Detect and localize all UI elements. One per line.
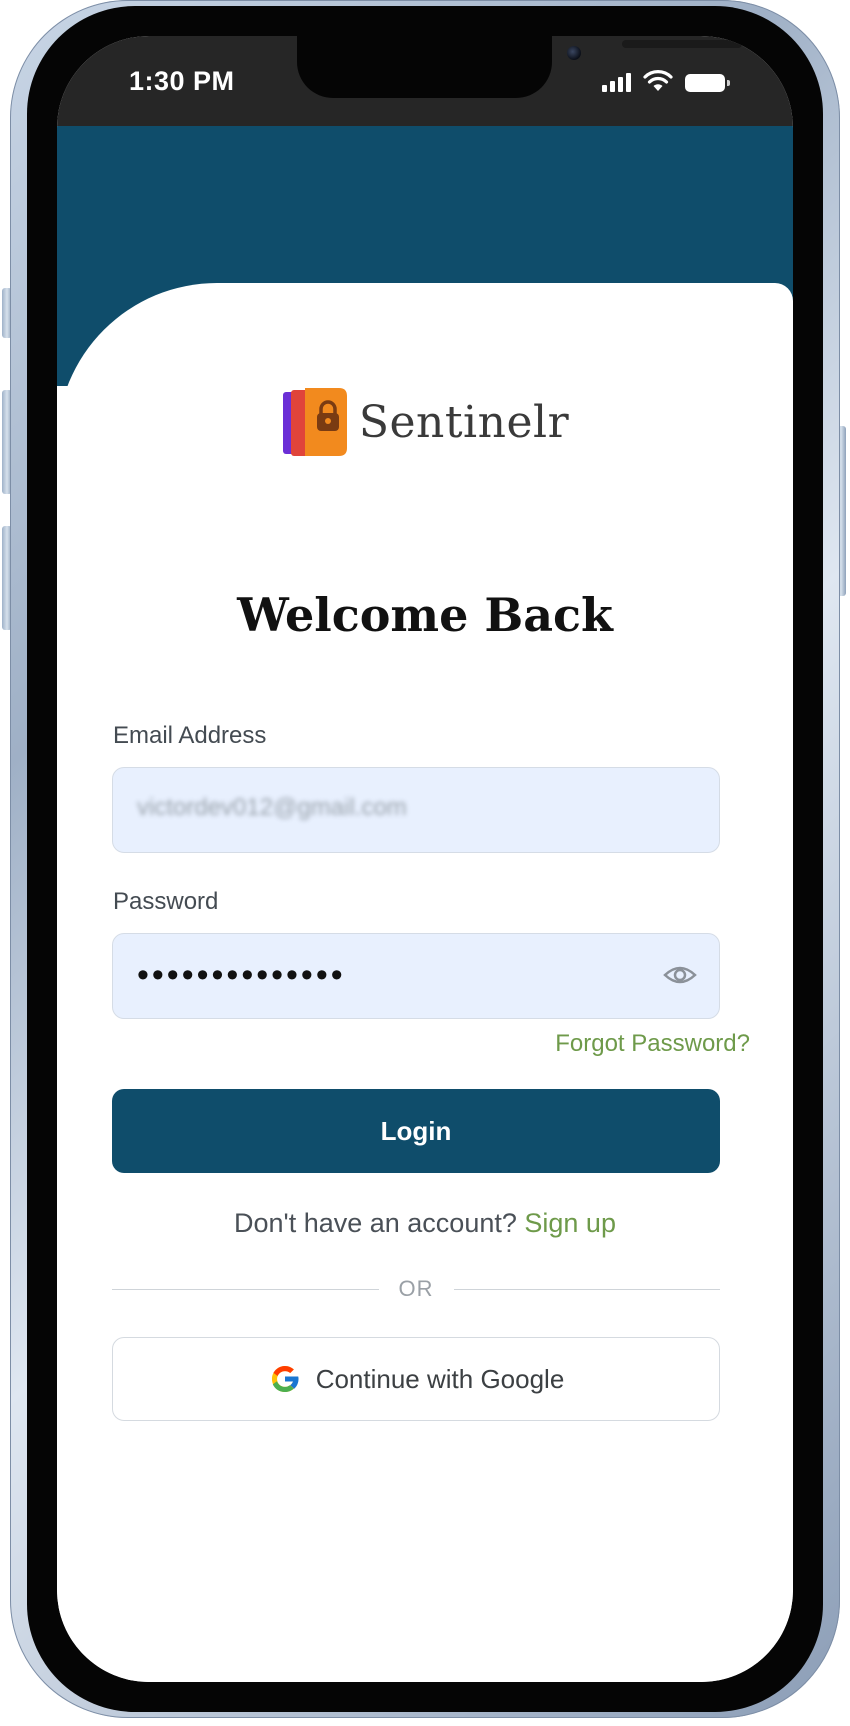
password-value: •••••••••••••• <box>137 956 346 994</box>
forgot-password-link[interactable]: Forgot Password? <box>555 1030 750 1058</box>
sign-up-link[interactable]: Sign up <box>524 1208 616 1238</box>
earpiece-speaker <box>622 40 742 48</box>
brand-logo: Sentinelr <box>57 382 793 462</box>
status-time: 1:30 PM <box>129 66 235 96</box>
password-field[interactable]: •••••••••••••• <box>112 933 720 1019</box>
divider-line-right <box>453 1288 720 1290</box>
front-camera <box>567 46 581 60</box>
wifi-icon <box>643 70 673 91</box>
or-divider: OR <box>112 1276 720 1302</box>
password-label: Password <box>113 888 219 915</box>
google-icon <box>271 1365 299 1393</box>
signup-prompt: Don't have an account? Sign up <box>57 1208 793 1239</box>
phone-bezel: 1:30 PM Sentinelr Welcome Back Email Add… <box>27 6 823 1712</box>
cellular-signal-icon <box>602 72 631 92</box>
device-mockup: 1:30 PM Sentinelr Welcome Back Email Add… <box>0 0 850 1726</box>
phone-screen: 1:30 PM Sentinelr Welcome Back Email Add… <box>57 36 793 1682</box>
google-button-label: Continue with Google <box>315 1363 565 1394</box>
eye-icon[interactable] <box>663 961 697 989</box>
email-field[interactable]: victordev012@gmail.com <box>112 767 720 853</box>
padlock-book-icon <box>282 388 347 456</box>
status-icons <box>602 70 730 92</box>
divider-text: OR <box>398 1276 434 1301</box>
no-account-text: Don't have an account? <box>234 1208 517 1238</box>
page-title: Welcome Back <box>237 588 613 642</box>
continue-with-google-button[interactable]: Continue with Google <box>112 1337 720 1421</box>
divider-line-left <box>112 1288 379 1290</box>
login-button[interactable]: Login <box>112 1089 720 1173</box>
phone-frame: 1:30 PM Sentinelr Welcome Back Email Add… <box>10 0 840 1718</box>
email-value: victordev012@gmail.com <box>137 794 407 821</box>
email-label: Email Address <box>113 722 267 749</box>
notch <box>297 36 742 98</box>
brand-name: Sentinelr <box>358 396 570 448</box>
battery-icon <box>685 74 730 92</box>
